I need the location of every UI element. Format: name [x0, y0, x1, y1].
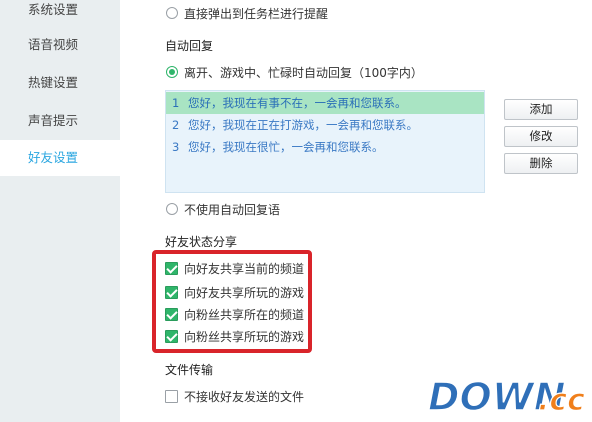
reject-files-checkbox[interactable]	[165, 390, 178, 403]
list-item[interactable]: 3 您好，我现在很忙，一会再和您联系。	[166, 136, 484, 158]
auto-reply-enable-label: 离开、游戏中、忙碌时自动回复（100字内）	[184, 66, 423, 80]
popup-taskbar-label: 直接弹出到任务栏进行提醒	[184, 7, 329, 21]
annotation-highlight-box	[152, 250, 312, 353]
auto-reply-list: 1 您好，我现在有事不在，一会再和您联系。 2 您好，我现在正在打游戏，一会再和您联…	[165, 90, 485, 193]
list-item[interactable]: 1 您好，我现在有事不在，一会再和您联系。	[166, 92, 484, 114]
file-transfer-title: 文件传输	[165, 363, 214, 377]
reply-text: 您好，我现在很忙，一会再和您联系。	[188, 140, 384, 154]
no-auto-reply-radio[interactable]	[166, 203, 178, 215]
sidebar-item-hotkey-settings[interactable]: 热键设置	[0, 65, 120, 101]
sidebar-item-system-settings[interactable]: 系统设置	[0, 0, 120, 28]
down-cc-watermark-logo: DOWN .cc	[427, 374, 584, 418]
list-item[interactable]: 2 您好，我现在正在打游戏，一会再和您联系。	[166, 114, 484, 136]
friend-settings-panel: 直接弹出到任务栏进行提醒 自动回复 离开、游戏中、忙碌时自动回复（100字内） …	[120, 0, 592, 422]
reply-number: 3	[172, 140, 180, 154]
reply-number: 1	[172, 96, 180, 110]
popup-taskbar-radio[interactable]	[166, 7, 178, 19]
settings-sidebar: 系统设置 语音视频 热键设置 声音提示 好友设置	[0, 0, 120, 422]
sidebar-item-friend-settings[interactable]: 好友设置	[0, 140, 120, 176]
no-auto-reply-label: 不使用自动回复语	[184, 203, 281, 217]
auto-reply-title: 自动回复	[165, 39, 214, 53]
add-reply-button[interactable]: 添加	[504, 99, 578, 120]
edit-reply-button[interactable]: 修改	[504, 126, 578, 147]
reply-text: 您好，我现在有事不在，一会再和您联系。	[188, 96, 407, 110]
reply-text: 您好，我现在正在打游戏，一会再和您联系。	[188, 118, 418, 132]
status-share-title: 好友状态分享	[165, 235, 238, 249]
watermark-cc-text: .cc	[538, 383, 584, 418]
delete-reply-button[interactable]: 删除	[504, 153, 578, 174]
reply-number: 2	[172, 118, 180, 132]
sidebar-item-voice-video[interactable]: 语音视频	[0, 27, 120, 63]
reject-files-label: 不接收好友发送的文件	[184, 390, 305, 404]
auto-reply-enable-radio[interactable]	[166, 66, 178, 78]
sidebar-item-sound-alerts[interactable]: 声音提示	[0, 103, 120, 139]
